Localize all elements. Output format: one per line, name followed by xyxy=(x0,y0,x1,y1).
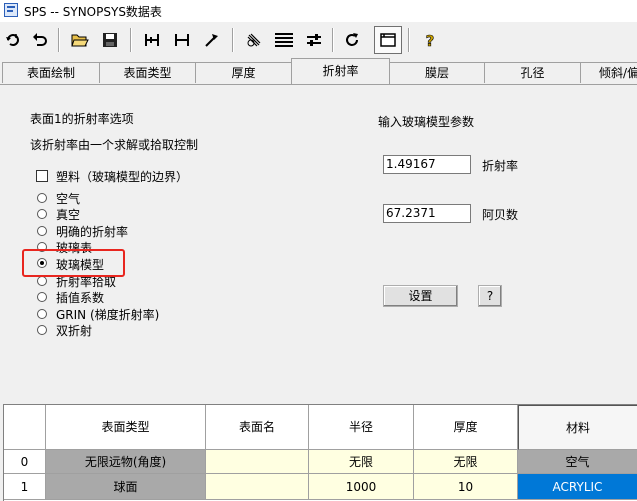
radio-birefringent-label: 双折射 xyxy=(56,324,93,338)
table-cell-surface-name[interactable] xyxy=(206,474,309,500)
radio-explicit-index-label: 明确的折射率 xyxy=(56,225,129,239)
radio-grin-label: GRIN (梯度折射率) xyxy=(56,308,160,322)
col-header-surface-type[interactable]: 表面类型 xyxy=(46,405,206,450)
radio-grin[interactable] xyxy=(37,309,47,319)
plastic-checkbox[interactable] xyxy=(36,170,48,182)
tab-thickness[interactable]: 厚度 xyxy=(195,62,292,83)
table-cell-radius[interactable]: 无限 xyxy=(309,450,414,474)
radio-air[interactable] xyxy=(37,193,47,203)
tab-surface-draw[interactable]: 表面绘制 xyxy=(2,62,100,83)
toolbar-separator xyxy=(130,28,132,52)
help-question-icon[interactable]: ? xyxy=(416,26,444,54)
refractive-index-input[interactable]: 1.49167 xyxy=(383,155,471,174)
refractive-index-label: 折射率 xyxy=(482,159,519,173)
tab-aperture[interactable]: 孔径 xyxy=(484,62,581,83)
row-number[interactable]: 0 xyxy=(4,450,46,474)
undo-redo-icon[interactable] xyxy=(0,26,28,54)
radio-explicit-index[interactable] xyxy=(37,226,47,236)
tab-tilt-decenter[interactable]: 倾斜/偏 xyxy=(580,62,637,83)
radio-vacuum[interactable] xyxy=(37,209,47,219)
toolbar-separator xyxy=(232,28,234,52)
pick-icon[interactable] xyxy=(198,26,226,54)
radio-interpolation-coeff-label: 插值系数 xyxy=(56,291,105,305)
delete-surface-icon[interactable] xyxy=(168,26,196,54)
refractive-index-panel: 表面1的折射率选项 该折射率由一个求解或拾取控制 塑料（玻璃模型的边界） 空气 … xyxy=(0,85,637,400)
help-button[interactable]: ? xyxy=(478,285,502,307)
open-folder-icon[interactable] xyxy=(66,26,94,54)
undo-icon[interactable] xyxy=(26,26,54,54)
radio-index-pickup[interactable] xyxy=(37,276,47,286)
row-number[interactable]: 1 xyxy=(4,474,46,500)
radio-glass-model-selected[interactable] xyxy=(37,258,47,268)
radio-birefringent[interactable] xyxy=(37,325,47,335)
toolbar-separator xyxy=(408,28,410,52)
table-cell-surface-type[interactable]: 无限远物(角度) xyxy=(46,450,206,474)
table-cell-surface-name[interactable] xyxy=(206,450,309,474)
adjust-icon[interactable] xyxy=(300,26,328,54)
save-disk-icon[interactable] xyxy=(96,26,124,54)
table-cell-radius[interactable]: 1000 xyxy=(309,474,414,500)
radio-glass-model-label: 玻璃模型 xyxy=(56,256,105,273)
toolbar-separator xyxy=(332,28,334,52)
app-icon xyxy=(4,3,18,17)
window-title: SPS -- SYNOPSYS数据表 xyxy=(24,5,162,19)
tab-surface-type[interactable]: 表面类型 xyxy=(99,62,196,83)
col-header-surface-name[interactable]: 表面名 xyxy=(206,405,309,450)
col-header-material[interactable]: 材料 xyxy=(518,405,637,450)
tab-coating[interactable]: 膜层 xyxy=(389,62,485,83)
col-header-radius[interactable]: 半径 xyxy=(309,405,414,450)
table-cell-material[interactable]: 空气 xyxy=(518,450,637,474)
title-bar: SPS -- SYNOPSYS数据表 xyxy=(0,0,637,23)
table-cell-thickness[interactable]: 无限 xyxy=(414,450,518,474)
abbe-number-input[interactable]: 67.2371 xyxy=(383,204,471,223)
toolbar: ? xyxy=(0,22,637,58)
set-button[interactable]: 设置 xyxy=(383,285,458,307)
radio-air-label: 空气 xyxy=(56,192,81,206)
glass-params-heading: 输入玻璃模型参数 xyxy=(378,115,475,129)
table-cell-surface-type[interactable]: 球面 xyxy=(46,474,206,500)
insert-surface-icon[interactable] xyxy=(138,26,166,54)
refresh-icon[interactable] xyxy=(338,26,366,54)
radio-interpolation-coeff[interactable] xyxy=(37,292,47,302)
options-heading: 表面1的折射率选项 xyxy=(30,112,134,126)
window-icon[interactable] xyxy=(374,26,402,54)
plastic-checkbox-label: 塑料（玻璃模型的边界） xyxy=(56,170,189,184)
tab-refractive-index[interactable]: 折射率 xyxy=(291,58,390,84)
tab-strip: 表面绘制 表面类型 厚度 折射率 膜层 孔径 倾斜/偏 xyxy=(0,58,637,84)
table-cell-thickness[interactable]: 10 xyxy=(414,474,518,500)
toolbar-separator xyxy=(58,28,60,52)
glass-icon[interactable] xyxy=(240,26,268,54)
abbe-number-label: 阿贝数 xyxy=(482,208,519,222)
table-cell-material-selected[interactable]: ACRYLIC xyxy=(518,474,637,500)
col-header-thickness[interactable]: 厚度 xyxy=(414,405,518,450)
radio-vacuum-label: 真空 xyxy=(56,208,81,222)
table-icon[interactable] xyxy=(270,26,298,54)
svg-text:?: ? xyxy=(426,32,435,49)
options-subheading: 该折射率由一个求解或拾取控制 xyxy=(30,138,199,152)
table-corner xyxy=(4,405,46,450)
